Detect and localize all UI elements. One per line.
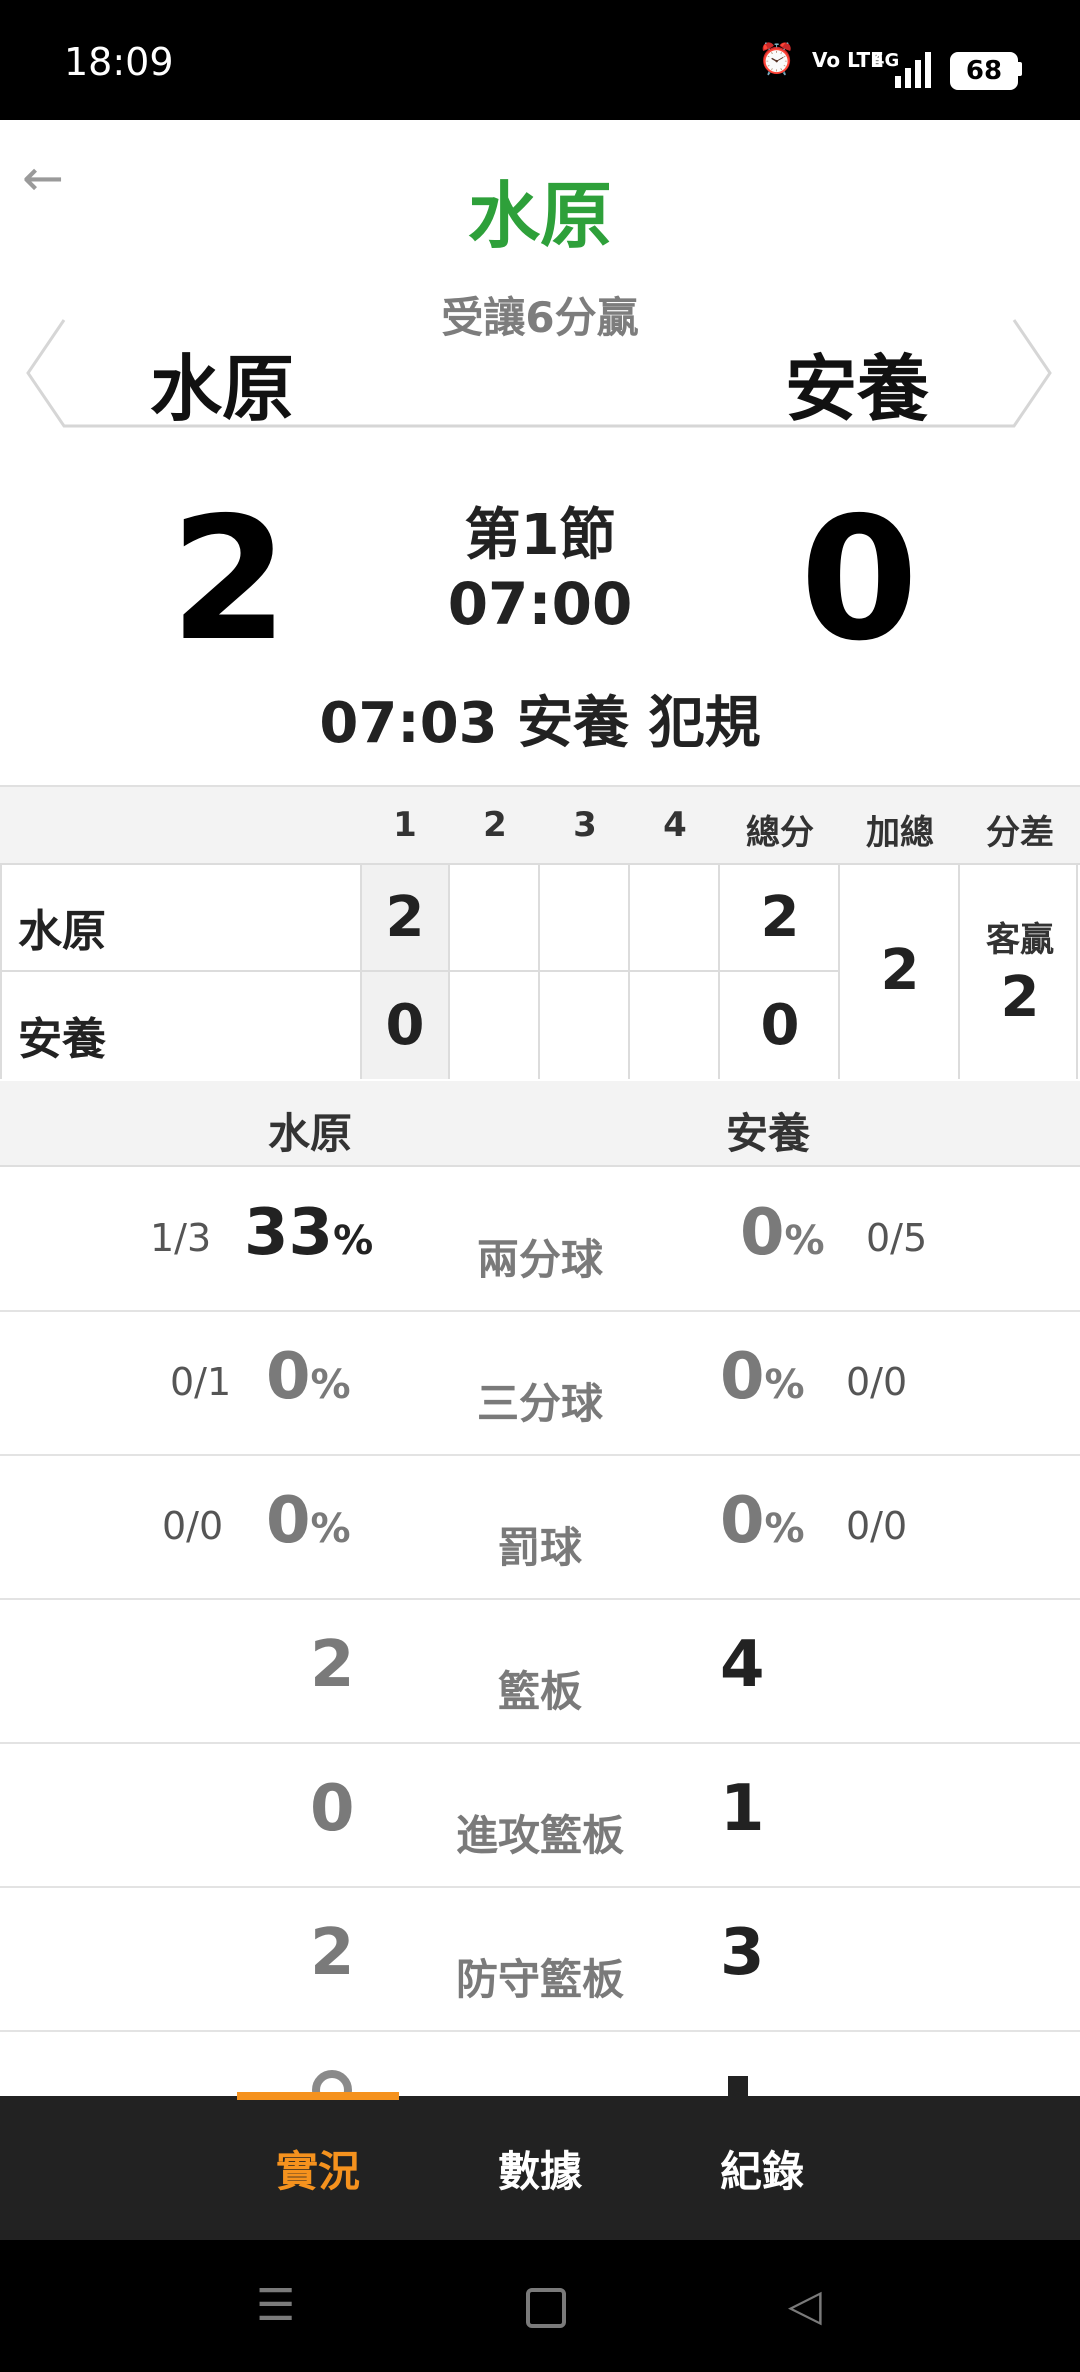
pct-sign: % [764, 1506, 805, 1552]
stat-label: 防守籃板 [455, 1955, 624, 2004]
row-team-home: 水原 [18, 906, 106, 957]
pct-sign: % [310, 1362, 351, 1408]
away-pct: 0% [720, 1340, 805, 1414]
home-total: 2 [760, 885, 800, 950]
sum-header: 加總 [866, 813, 934, 853]
home-pct-value: 33 [244, 1196, 334, 1270]
home-pct: 0% [266, 1340, 351, 1414]
recent-apps-icon[interactable]: ☰ [256, 2280, 295, 2331]
away-ratio: 0/0 [846, 1360, 908, 1404]
away-value: 3 [720, 1916, 765, 1990]
stat-row-two-pointers: 1/3 33% 兩分球 0% 0/5 [0, 1166, 1080, 1312]
away-pct-value: 0 [740, 1196, 785, 1270]
tab-records[interactable]: 紀錄 [662, 2138, 862, 2199]
away-value: 4 [720, 1628, 765, 1702]
row-team-away: 安養 [18, 1014, 106, 1065]
quarter-header-2: 2 [483, 805, 507, 845]
status-time: 18:09 [64, 40, 174, 84]
stat-label: 三分球 [476, 1379, 603, 1428]
stats-home-team: 水原 [267, 1109, 352, 1158]
stats-away-team: 安養 [725, 1109, 810, 1158]
stat-label: 兩分球 [476, 1235, 603, 1284]
game-clock: 07:00 [447, 570, 633, 638]
stat-row-free-throws: 0/0 0% 罰球 0% 0/0 [0, 1454, 1080, 1600]
away-total: 0 [760, 993, 800, 1058]
battery-tip [1016, 62, 1022, 76]
quarter-header-4: 4 [663, 805, 687, 845]
home-q1: 2 [385, 885, 425, 950]
home-pct: 0% [266, 1484, 351, 1558]
home-ratio: 0/1 [170, 1360, 232, 1404]
stat-label: 籃板 [497, 1667, 582, 1716]
total-header: 總分 [746, 813, 814, 853]
away-pct: 0% [720, 1484, 805, 1558]
back-nav-icon[interactable]: ◁ [788, 2280, 822, 2331]
home-pct-value: 0 [266, 1340, 311, 1414]
tab-live[interactable]: 實況 [218, 2138, 418, 2199]
stat-label: 進攻籃板 [455, 1811, 624, 1860]
quarter-header-1: 1 [393, 805, 417, 845]
pct-sign: % [333, 1218, 374, 1264]
diff-value: 2 [1000, 965, 1040, 1030]
active-tab-indicator [237, 2092, 399, 2100]
stat-label: 罰球 [497, 1523, 582, 1572]
pick-team: 水原 [467, 174, 612, 258]
last-play: 07:03 安養 犯規 [319, 691, 761, 756]
stats-header [0, 1081, 1080, 1167]
home-icon[interactable] [526, 2288, 566, 2328]
away-pct-value: 0 [720, 1484, 765, 1558]
period: 第1節 [464, 503, 616, 568]
home-pct: 33% [244, 1196, 373, 1270]
away-pct-value: 0 [720, 1340, 765, 1414]
away-ratio: 0/5 [866, 1216, 928, 1260]
diff-header: 分差 [986, 813, 1054, 853]
tab-stats[interactable]: 數據 [440, 2138, 640, 2199]
stat-row-offensive-rebounds: 0 進攻籃板 1 [0, 1742, 1080, 1888]
sum-total: 2 [880, 938, 920, 1003]
home-ratio: 1/3 [150, 1216, 212, 1260]
pct-sign: % [784, 1218, 825, 1264]
pct-sign: % [310, 1506, 351, 1552]
home-team-name: 水原 [150, 347, 295, 431]
alarm-icon: ⏰ [758, 42, 796, 77]
home-ratio: 0/0 [162, 1504, 224, 1548]
diff-label: 客贏 [986, 920, 1054, 960]
signal-icon [895, 52, 931, 88]
battery-icon: 68 [950, 52, 1018, 90]
stat-row-three-pointers: 0/1 0% 三分球 0% 0/0 [0, 1310, 1080, 1456]
stat-row-rebounds: 2 籃板 4 [0, 1598, 1080, 1744]
away-q1: 0 [385, 993, 425, 1058]
away-team-name: 安養 [785, 347, 930, 431]
away-pct: 0% [740, 1196, 825, 1270]
stat-row-defensive-rebounds: 2 防守籃板 3 [0, 1886, 1080, 2032]
home-value: 2 [310, 1916, 355, 1990]
home-value: 0 [310, 1772, 355, 1846]
next-row-peek-away [728, 2076, 748, 2096]
home-value: 2 [310, 1628, 355, 1702]
away-score: 0 [800, 481, 919, 679]
away-ratio: 0/0 [846, 1504, 908, 1548]
away-value: 1 [720, 1772, 765, 1846]
home-score: 2 [170, 481, 289, 679]
home-pct-value: 0 [266, 1484, 311, 1558]
pct-sign: % [764, 1362, 805, 1408]
quarter-header-3: 3 [573, 805, 597, 845]
